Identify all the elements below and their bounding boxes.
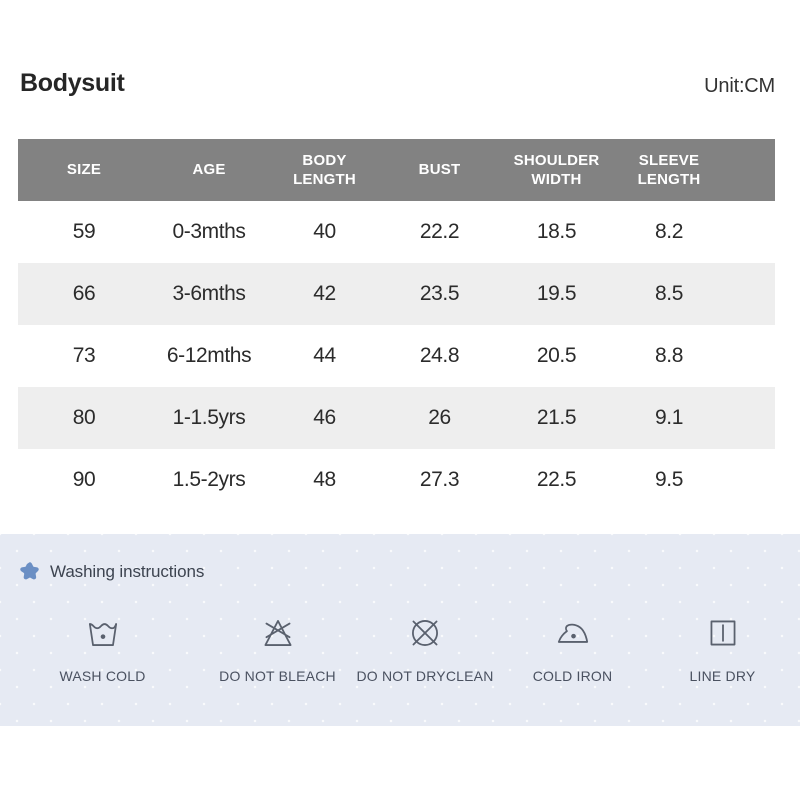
crossed-triangle-icon <box>257 612 299 654</box>
table-row: 90 1.5-2yrs 48 27.3 22.5 9.5 <box>18 449 775 511</box>
column-header-spacer <box>723 139 775 201</box>
cell-sleeve-length: 8.5 <box>655 282 683 305</box>
cell-body-length: 44 <box>313 344 336 367</box>
cell-bust: 22.2 <box>419 220 460 243</box>
column-header-line: SIZE <box>66 161 102 179</box>
cell-spacer <box>723 201 775 263</box>
cell-age: 1-1.5yrs <box>172 406 246 429</box>
cell-body-length: 48 <box>313 468 336 491</box>
cell-spacer <box>723 387 775 449</box>
iron-one-dot-icon <box>552 612 594 654</box>
table-row: 73 6-12mths 44 24.8 20.5 8.8 <box>18 325 775 387</box>
column-header-line: BODY <box>302 151 347 169</box>
cell-shoulder-width: 20.5 <box>536 344 577 367</box>
cell-sleeve-length: 8.8 <box>655 344 683 367</box>
table-row: 80 1-1.5yrs 46 26 21.5 9.1 <box>18 387 775 449</box>
unit-label: Unit:CM <box>704 75 775 97</box>
care-label: COLD IRON <box>532 668 613 684</box>
column-header-sleeve-length: SLEEVE LENGTH <box>615 139 723 201</box>
cell-spacer <box>723 449 775 511</box>
column-header-size: SIZE <box>18 139 150 201</box>
washing-instructions-title: Washing instructions <box>50 562 205 581</box>
column-header-line: LENGTH <box>637 171 701 188</box>
cell-age: 1.5-2yrs <box>172 468 246 491</box>
cell-size: 90 <box>72 468 96 491</box>
table-header-row: SIZE AGE BODY LENGTH BUST SHOULDER WIDTH… <box>18 139 775 201</box>
chart-header: Bodysuit Unit:CM <box>0 66 800 110</box>
square-vertical-line-icon <box>702 612 744 654</box>
column-header-line: SHOULDER <box>513 151 600 169</box>
crossed-circle-icon <box>404 612 446 654</box>
care-label: WASH COLD <box>59 668 146 684</box>
cell-bust: 27.3 <box>419 468 460 491</box>
cell-age: 6-12mths <box>166 344 252 367</box>
cell-sleeve-length: 9.5 <box>655 468 683 491</box>
cell-shoulder-width: 18.5 <box>536 220 577 243</box>
table-row: 66 3-6mths 42 23.5 19.5 8.5 <box>18 263 775 325</box>
table-body: 59 0-3mths 40 22.2 18.5 8.2 66 3-6mths 4… <box>18 201 775 511</box>
cell-age: 0-3mths <box>172 220 246 243</box>
care-label: LINE DRY <box>689 668 756 684</box>
cell-age: 3-6mths <box>172 282 246 305</box>
cell-spacer <box>723 325 775 387</box>
cell-body-length: 40 <box>313 220 336 243</box>
page-title: Bodysuit <box>20 69 125 97</box>
care-item-line-dry: LINE DRY <box>645 612 800 684</box>
cell-shoulder-width: 22.5 <box>536 468 577 491</box>
care-symbol-row: WASH COLD DO NOT BLEACH DO NOT DRYCLEAN … <box>0 612 800 684</box>
cell-spacer <box>723 263 775 325</box>
cell-size: 80 <box>72 406 96 429</box>
cell-bust: 23.5 <box>419 282 460 305</box>
cell-sleeve-length: 9.1 <box>655 406 683 429</box>
column-header-shoulder-width: SHOULDER WIDTH <box>498 139 615 201</box>
washing-instructions-panel: Washing instructions WASH COLD DO NOT BL… <box>0 534 800 726</box>
wash-tub-one-dot-icon <box>82 612 124 654</box>
care-item-cold-iron: COLD IRON <box>500 612 645 684</box>
column-header-line: WIDTH <box>531 171 582 188</box>
cell-size: 59 <box>72 220 96 243</box>
cell-shoulder-width: 21.5 <box>536 406 577 429</box>
cell-shoulder-width: 19.5 <box>536 282 577 305</box>
column-header-body-length: BODY LENGTH <box>268 139 381 201</box>
cell-size: 66 <box>72 282 96 305</box>
cell-body-length: 42 <box>313 282 336 305</box>
washing-instructions-header: Washing instructions <box>18 560 204 584</box>
care-label: DO NOT DRYCLEAN <box>356 668 494 684</box>
cell-sleeve-length: 8.2 <box>655 220 683 243</box>
table-row: 59 0-3mths 40 22.2 18.5 8.2 <box>18 201 775 263</box>
cell-bust: 24.8 <box>419 344 460 367</box>
care-item-do-not-dryclean: DO NOT DRYCLEAN <box>350 612 500 684</box>
care-item-wash-cold: WASH COLD <box>0 612 205 684</box>
column-header-line: SLEEVE <box>638 151 700 169</box>
care-label: DO NOT BLEACH <box>219 668 336 684</box>
star-icon <box>18 560 42 584</box>
column-header-line: LENGTH <box>293 171 356 188</box>
table-header: SIZE AGE BODY LENGTH BUST SHOULDER WIDTH… <box>18 139 775 201</box>
size-chart-table: SIZE AGE BODY LENGTH BUST SHOULDER WIDTH… <box>18 139 775 511</box>
care-item-do-not-bleach: DO NOT BLEACH <box>205 612 350 684</box>
cell-body-length: 46 <box>313 406 336 429</box>
column-header-line: BUST <box>418 161 461 179</box>
column-header-bust: BUST <box>381 139 498 201</box>
column-header-line: AGE <box>192 161 226 179</box>
column-header-age: AGE <box>150 139 268 201</box>
cell-bust: 26 <box>428 406 451 429</box>
cell-size: 73 <box>72 344 96 367</box>
